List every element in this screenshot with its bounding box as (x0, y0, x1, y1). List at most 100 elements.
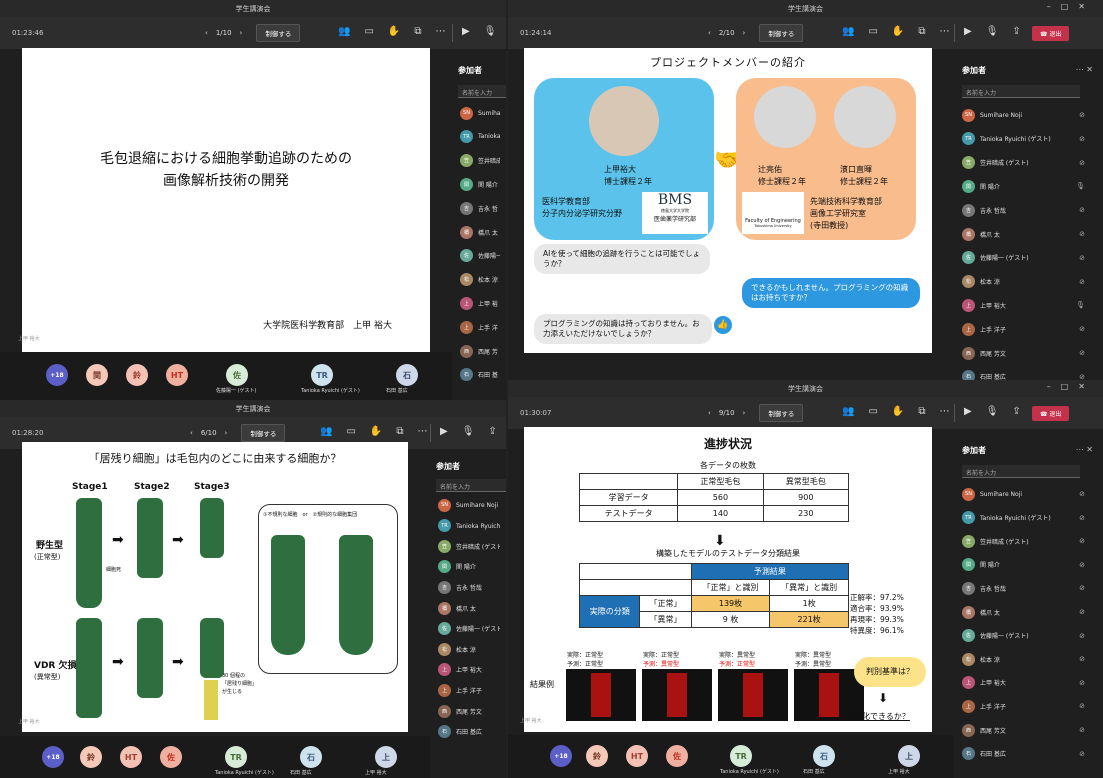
search-input[interactable]: 名前を入力 (962, 465, 1080, 478)
camera-off-icon[interactable]: ▶ (440, 426, 448, 437)
participant-row[interactable]: 佐佐藤陽一 (ゲスト) ⊘ (962, 250, 1095, 266)
participant-row[interactable]: 佐佐藤陽一 (ゲスト) ⊘ (962, 628, 1095, 644)
participant-row[interactable]: 吉吉永 哲 (460, 200, 500, 216)
participant-row[interactable]: 吉吉永 哲哉 (438, 579, 500, 595)
search-input[interactable]: 名前を入力 (962, 85, 1080, 98)
participant-avatar[interactable]: 石 (300, 746, 322, 768)
participant-row[interactable]: 石石田 基 (460, 367, 500, 383)
participant-row[interactable]: 松松本 涼 ⊘ (962, 274, 1095, 290)
close-icon[interactable]: ⋯ ✕ (1076, 65, 1093, 74)
participant-row[interactable]: 佐佐藤陽一 (ゲスト) (438, 621, 500, 637)
participant-row[interactable]: 関関 陽介 ⊘ (962, 557, 1095, 573)
participant-row[interactable]: 西西尾 芳文 ⊘ (962, 722, 1095, 738)
participant-row[interactable]: 笠笠井暗成 (ゲスト) (438, 538, 500, 554)
participant-row[interactable]: 吉吉永 哲哉 ⊘ (962, 580, 1095, 596)
participant-row[interactable]: 石石田 基広 ⊘ (962, 369, 1095, 380)
share-icon[interactable]: ⧉ (918, 26, 925, 37)
participant-row[interactable]: TR Tanioka Ryuichi (ゲスト) ⊘ (962, 510, 1095, 526)
participant-row[interactable]: 関関 陽介 🎙 (962, 178, 1095, 194)
participant-row[interactable]: 西西尾 芳文 (438, 703, 500, 719)
participant-row[interactable]: TR Tanioka I (460, 129, 500, 145)
participant-row[interactable]: 上上手 洋子 (438, 682, 500, 698)
participant-row[interactable]: 関関 陽介 (460, 176, 500, 192)
participant-row[interactable]: 上上甲 裕大 ⊘ (962, 675, 1095, 691)
participants-icon[interactable]: 👥 (338, 26, 350, 37)
window-controls[interactable]: –□✕ (1047, 382, 1095, 391)
participant-row[interactable]: 西西尾 芳文 ⊘ (962, 345, 1095, 361)
share-tray-icon[interactable]: ⇪ (488, 426, 496, 437)
next-slide-icon[interactable]: › (225, 429, 228, 437)
participant-row[interactable]: 橋橋爪 太 (460, 224, 500, 240)
participant-row[interactable]: 松松本 涼 ⊘ (962, 651, 1095, 667)
participant-row[interactable]: 松松本 涼 (460, 272, 500, 288)
participant-row[interactable]: 西西尾 芳 (460, 343, 500, 359)
search-input[interactable]: 名前を入力 (458, 85, 506, 98)
participant-row[interactable]: SN Sumihare Noji (438, 497, 500, 513)
window-controls[interactable]: –□✕ (1047, 2, 1095, 11)
camera-off-icon[interactable]: ▶ (964, 26, 972, 37)
participant-row[interactable]: 石石田 基広 ⊘ (962, 746, 1095, 762)
participant-row[interactable]: 笠笠井暗成 (ゲスト) ⊘ (962, 155, 1095, 171)
share-tray-icon[interactable]: ⇪ (1012, 26, 1020, 37)
participant-row[interactable]: 上上手 洋子 ⊘ (962, 321, 1095, 337)
share-icon[interactable]: ⧉ (918, 406, 925, 417)
leave-button[interactable]: ☎ 退出 (1032, 26, 1070, 41)
participant-avatar[interactable]: 佐 (226, 364, 248, 386)
participant-avatar[interactable]: 佐 (160, 746, 182, 768)
overflow-badge[interactable]: +18 (42, 746, 64, 768)
participants-icon[interactable]: 👥 (842, 26, 854, 37)
more-icon[interactable]: ⋯ (940, 26, 950, 37)
participant-row[interactable]: SN Sumihar (460, 105, 500, 121)
control-button[interactable]: 制御する (759, 404, 804, 422)
participant-avatar[interactable]: TR (311, 364, 333, 386)
next-slide-icon[interactable]: › (743, 29, 746, 37)
participant-row[interactable]: 上上甲 裕大 (438, 662, 500, 678)
leave-button[interactable]: ☎ 退出 (1032, 406, 1070, 421)
participants-icon[interactable]: 👥 (320, 426, 332, 437)
participant-avatar[interactable]: TR (225, 746, 247, 768)
participant-row[interactable]: SN Sumihare Noji ⊘ (962, 486, 1095, 502)
participant-row[interactable]: 笠笠井暗成 (460, 153, 500, 169)
participant-avatar[interactable]: 鈴 (586, 745, 608, 767)
raise-hand-icon[interactable]: ✋ (892, 406, 904, 417)
chat-icon[interactable]: ▭ (364, 26, 373, 37)
more-icon[interactable]: ⋯ (418, 426, 428, 437)
participant-avatar[interactable]: 石 (813, 745, 835, 767)
participant-avatar[interactable]: HT (626, 745, 648, 767)
prev-slide-icon[interactable]: ‹ (708, 409, 711, 417)
participant-row[interactable]: 橋橋爪 太 ⊘ (962, 604, 1095, 620)
mic-off-icon[interactable]: 🎙 (986, 406, 999, 417)
participant-row[interactable]: 橋橋爪 太 ⊘ (962, 226, 1095, 242)
prev-slide-icon[interactable]: ‹ (708, 29, 711, 37)
participant-row[interactable]: 橋橋爪 太 (438, 600, 500, 616)
chat-icon[interactable]: ▭ (346, 426, 355, 437)
participant-avatar[interactable]: 鈴 (126, 364, 148, 386)
participants-icon[interactable]: 👥 (842, 406, 854, 417)
next-slide-icon[interactable]: › (743, 409, 746, 417)
participant-row[interactable]: 笠笠井暗成 (ゲスト) ⊘ (962, 533, 1095, 549)
share-icon[interactable]: ⧉ (414, 26, 421, 37)
camera-off-icon[interactable]: ▶ (964, 406, 972, 417)
raise-hand-icon[interactable]: ✋ (388, 26, 400, 37)
participant-avatar[interactable]: 上 (375, 746, 397, 768)
participant-row[interactable]: TR Tanioka Ryuichi (ゲ (438, 518, 500, 534)
chat-icon[interactable]: ▭ (868, 406, 877, 417)
mic-off-icon[interactable]: 🎙 (462, 426, 475, 437)
more-icon[interactable]: ⋯ (436, 26, 446, 37)
participant-row[interactable]: 吉吉永 哲哉 ⊘ (962, 202, 1095, 218)
participant-row[interactable]: 上上甲 裕大 🎙 (962, 297, 1095, 313)
control-button[interactable]: 制御する (241, 424, 286, 442)
participant-avatar[interactable]: 石 (396, 364, 418, 386)
participant-row[interactable]: 上上手 洋 (460, 319, 500, 335)
participant-row[interactable]: 松松本 涼 (438, 641, 500, 657)
share-icon[interactable]: ⧉ (396, 426, 403, 437)
participant-row[interactable]: SN Sumihare Noji ⊘ (962, 107, 1095, 123)
participant-row[interactable]: 関関 陽介 (438, 559, 500, 575)
participant-avatar[interactable]: 佐 (666, 745, 688, 767)
participant-row[interactable]: 上上手 洋子 ⊘ (962, 698, 1095, 714)
participant-avatar[interactable]: 上 (898, 745, 920, 767)
participant-avatar[interactable]: 鈴 (80, 746, 102, 768)
control-button[interactable]: 制御する (256, 24, 301, 42)
participant-row[interactable]: 上上甲 裕 (460, 295, 500, 311)
participant-avatar[interactable]: HT (120, 746, 142, 768)
